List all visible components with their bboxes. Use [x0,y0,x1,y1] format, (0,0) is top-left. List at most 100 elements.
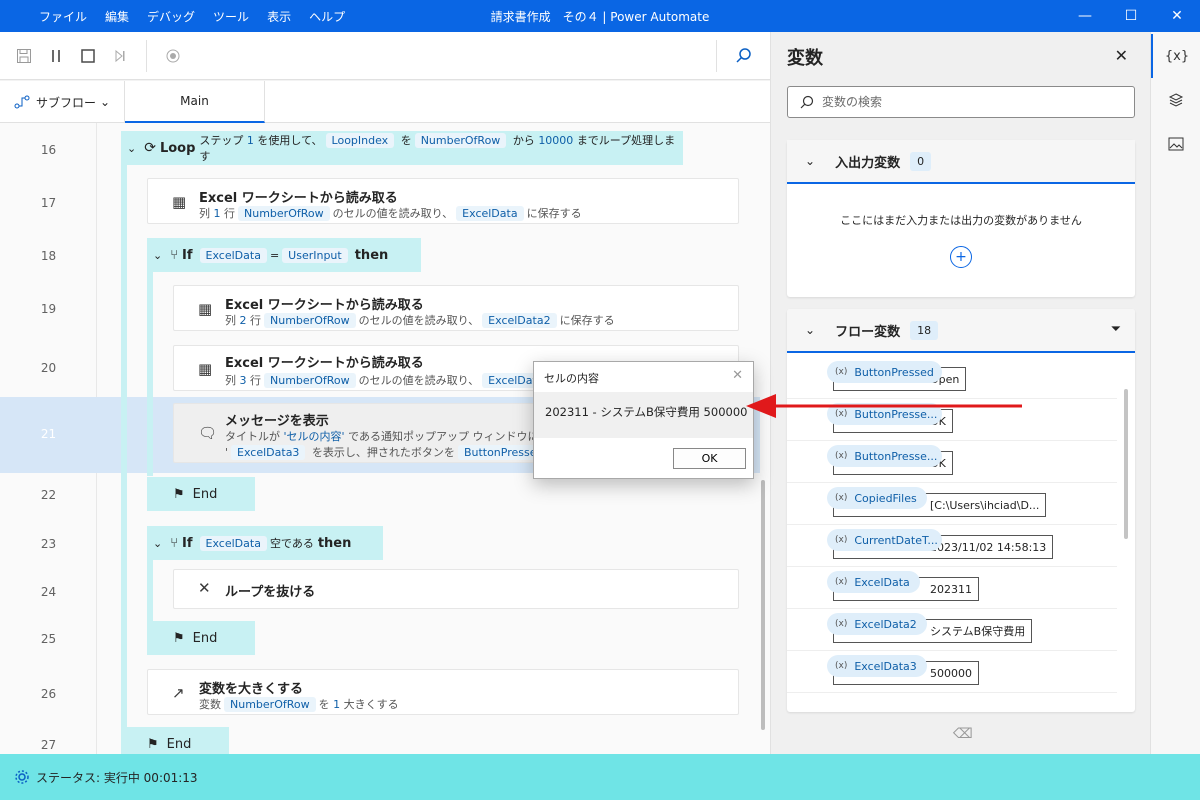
menu-tools[interactable]: ツール [213,8,249,25]
action-card[interactable]: ▦ Excel ワークシートから読み取る 列 2 行 NumberOfRow のセル… [173,285,739,331]
window-controls: — ☐ ✕ [1062,0,1200,32]
message-icon: 🗨 [198,424,218,442]
variables-icon[interactable]: {x} [1151,34,1200,78]
collapse-chevron-icon[interactable]: ⌄ [153,537,162,550]
action-title: Excel ワークシートから読み取る [225,298,424,313]
chevron-down-icon: ⌄ [99,95,110,109]
save-icon[interactable] [8,40,40,72]
variable-name-pill: (x) ExcelData2 [827,613,927,635]
filter-icon[interactable]: ⏷ [1111,322,1121,337]
condition-left: ExcelData [199,535,267,551]
menu-edit[interactable]: 編集 [105,8,129,25]
line-number: 25 [40,632,57,646]
line-number: 22 [40,488,57,502]
count-badge: 0 [910,151,932,171]
action-card[interactable]: ✕ ループを抜ける [173,569,739,609]
minimize-button[interactable]: — [1062,0,1108,32]
panel-title: 変数 [787,48,823,69]
flag-icon: ⚑ [173,486,185,502]
condition-icon: ⑂ [170,535,179,551]
add-icon[interactable]: + [950,246,972,268]
variable-row[interactable]: [C:\Users\ihciad\D... (x) CopiedFiles [787,483,1117,525]
image-icon[interactable] [1151,122,1200,166]
variable-name-pill: (x) ExcelData [827,571,920,593]
subflow-dropdown[interactable]: サブフロー ⌄ [0,81,125,123]
collapse-chevron-icon[interactable]: ⌄ [127,142,136,155]
line-number: 17 [40,196,57,210]
stop-icon[interactable] [72,40,104,72]
variable-icon: (x) [835,577,848,587]
maximize-button[interactable]: ☐ [1108,0,1154,32]
variable-row[interactable]: システムB保守費用 (x) ExcelData2 [787,609,1117,651]
count-badge: 18 [910,320,939,340]
variable-row[interactable]: 202311 (x) ExcelData [787,567,1117,609]
if-action[interactable]: ⌄ ⑂ If ExcelData = UserInput then [147,238,421,272]
if-guide [147,558,153,622]
then-keyword: then [354,247,389,263]
search-icon[interactable] [716,40,770,72]
toolbar-divider [146,39,147,72]
if-keyword: If [182,535,193,551]
step-icon[interactable] [104,40,136,72]
section-name: フロー変数 [835,324,901,340]
if-keyword: If [182,247,193,263]
variable-icon: (x) [835,367,848,377]
right-sidebar: {x} [1150,32,1200,754]
variable-icon: (x) [835,661,848,671]
action-card[interactable]: ↗ 変数を大きくする 変数 NumberOfRow を 1 大きくする [147,669,739,715]
then-keyword: then [317,535,352,551]
line-number: 20 [40,361,57,375]
line-number: 27 [40,738,57,752]
collapse-chevron-icon[interactable]: ⌄ [153,249,162,262]
subflow-icon [14,95,30,109]
variable-icon: (x) [835,451,848,461]
close-icon[interactable]: ✕ [1115,46,1128,65]
menu-bar: ファイル 編集 デバッグ ツール 表示 ヘルプ [30,8,354,25]
variable-icon: (x) [835,619,848,629]
variables-scrollbar[interactable] [1124,389,1128,539]
eraser-icon[interactable]: ⌫ [953,726,973,742]
line-number: 16 [40,143,57,157]
loop-keyword: Loop [159,140,196,156]
search-icon [800,95,814,109]
variable-name-pill: (x) ExcelData3 [827,655,927,677]
io-variables-header[interactable]: ⌄ 入出力変数 0 [787,140,1135,184]
loop-guide [121,163,127,728]
action-title: 変数を大きくする [199,682,304,697]
end-action[interactable]: ⚑ End [147,621,255,655]
flow-variables-header[interactable]: ⌄ フロー変数 18 ⏷ [787,309,1135,353]
chevron-down-icon: ⌄ [805,154,816,168]
section-name: 入出力変数 [835,155,901,171]
tab-main[interactable]: Main [125,81,265,123]
close-icon[interactable]: ✕ [732,368,743,383]
end-action[interactable]: ⚑ End [147,477,255,511]
menu-debug[interactable]: デバッグ [147,8,195,25]
menu-file[interactable]: ファイル [39,8,87,25]
line-number: 24 [40,585,57,599]
variable-row[interactable]: 500000 (x) ExcelData3 [787,651,1117,693]
flag-icon: ⚑ [173,630,185,646]
menu-view[interactable]: 表示 [267,8,291,25]
record-icon[interactable] [157,40,189,72]
io-variables-section: ⌄ 入出力変数 0 ここにはまだ入力または出力の変数がありません + [787,140,1135,297]
if-action[interactable]: ⌄ ⑂ If ExcelData 空である then [147,526,383,560]
close-button[interactable]: ✕ [1154,0,1200,32]
pause-icon[interactable] [40,40,72,72]
action-card[interactable]: ▦ Excel ワークシートから読み取る 列 1 行 NumberOfRow のセル… [147,178,739,224]
menu-help[interactable]: ヘルプ [309,8,345,25]
action-desc: 列 1 行 NumberOfRow のセルの値を読み取り、 ExcelData に保存す… [199,206,582,221]
variable-row[interactable]: OK (x)ButtonPresse... [787,441,1117,483]
condition-left: ExcelData [199,247,267,263]
search-input[interactable] [822,95,1112,109]
variable-row[interactable]: 2023/11/02 14:58:13 (x) CurrentDateT... [787,525,1117,567]
line-number: 18 [40,249,57,263]
end-action[interactable]: ⚑ End [121,727,229,754]
flow-scrollbar[interactable] [761,480,765,730]
subflow-label: サブフロー [36,95,97,110]
variable-icon: (x) [835,535,848,545]
layers-icon[interactable] [1151,78,1200,122]
loop-action[interactable]: ⌄ ⟳ Loop ステップ 1 を使用して、 LoopIndex を NumberO… [121,131,683,165]
action-title: Excel ワークシートから読み取る [225,356,424,371]
ok-button[interactable]: OK [673,448,746,469]
end-keyword: End [192,630,218,646]
